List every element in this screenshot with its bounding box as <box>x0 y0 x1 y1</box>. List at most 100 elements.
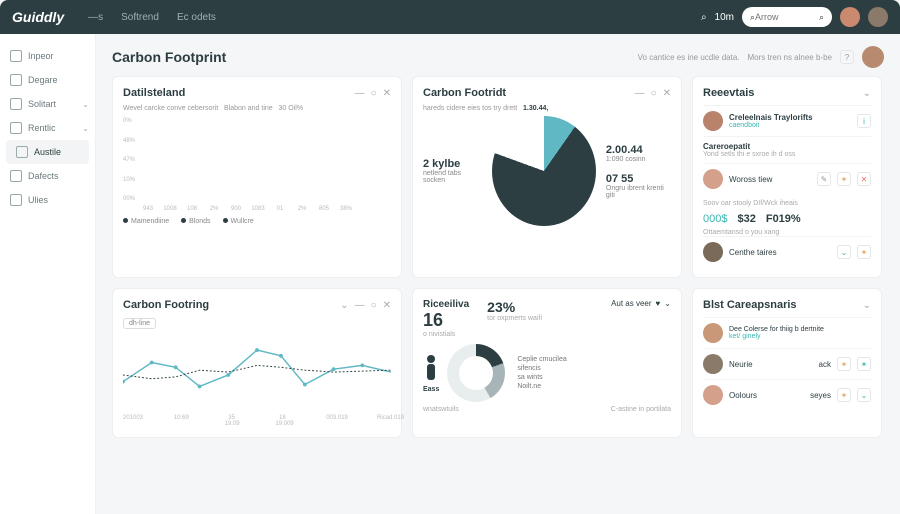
card-title: Reeevtais <box>703 87 754 99</box>
sidebar-item-solitart[interactable]: Solitart⌄ <box>0 92 95 116</box>
chevron-down-icon: ⌄ <box>82 100 89 109</box>
avatar <box>703 111 723 131</box>
search-input[interactable] <box>755 12 819 22</box>
list-item[interactable]: Oolours seyes ✶ ⌄ <box>703 379 871 410</box>
list-item[interactable]: Neurie ack ✶ ✶ <box>703 348 871 379</box>
card-carbon-pie: Carbon Footridt — ○ ✕ hareds cidere eies… <box>412 76 682 278</box>
close-icon[interactable]: ✕ <box>383 88 391 99</box>
list-item[interactable]: Woross tiew ✎ ✶ ✕ <box>703 163 871 194</box>
legend: Ceplie cmucilea sifencis sa wints Noilt.… <box>513 354 566 392</box>
top-nav-item[interactable]: —s <box>88 12 103 23</box>
action-button[interactable]: ✎ <box>817 172 831 186</box>
chevron-down-icon[interactable]: ⌄ <box>863 300 871 311</box>
sidebar-item-ulies[interactable]: Ulies <box>0 188 95 212</box>
circle-icon[interactable]: ○ <box>371 88 377 99</box>
help-icon[interactable]: ? <box>840 50 854 64</box>
action-button[interactable]: ✕ <box>857 172 871 186</box>
card-datilsteland: Datilsteland — ○ ✕ Wevel carcke conve ce… <box>112 76 402 278</box>
circle-icon[interactable]: ○ <box>651 88 657 99</box>
sidebar-item-rentlic[interactable]: Rentlic⌄ <box>0 116 95 140</box>
sidebar-item-dafects[interactable]: Dafects <box>0 164 95 188</box>
page-title: Carbon Footprint <box>112 49 226 65</box>
metric: 2 kylbe <box>423 158 482 170</box>
pie-chart <box>492 116 596 226</box>
folder-icon <box>10 170 22 182</box>
card-subtitle: hareds cidere eies tos try drett 1.30.44… <box>423 105 671 112</box>
info-icon[interactable]: i <box>857 114 871 128</box>
action-button[interactable]: ✶ <box>857 245 871 259</box>
doc-icon <box>10 50 22 62</box>
close-icon[interactable]: ✕ <box>663 88 671 99</box>
avatar[interactable] <box>862 46 884 68</box>
avatar <box>703 169 723 189</box>
heart-icon[interactable]: ♥ <box>656 299 661 308</box>
avatar <box>703 354 723 374</box>
chevron-down-icon[interactable]: ⌄ <box>857 388 871 402</box>
leaf-icon <box>16 146 28 158</box>
chart-icon <box>10 122 22 134</box>
card-title: Blst Careapsnaris <box>703 299 797 311</box>
metric: 23% <box>487 299 542 315</box>
search-container: ⌕ ⌕ <box>742 7 832 27</box>
chevron-down-icon[interactable]: ⌄ <box>664 299 671 308</box>
card-title: Datilsteland <box>123 87 185 99</box>
sidebar-item-degare[interactable]: Degare <box>0 68 95 92</box>
list-item[interactable]: Dee Colerse for thiig b dertniteket/ gin… <box>703 317 871 348</box>
minimize-icon[interactable]: — <box>635 88 645 99</box>
chart-tag[interactable]: dh-line <box>123 318 156 329</box>
action-button[interactable]: ✶ <box>857 357 871 371</box>
chevron-down-icon[interactable]: ⌄ <box>837 245 851 259</box>
close-icon[interactable]: ✕ <box>383 300 391 311</box>
card-line-chart: Carbon Footring ⌄ — ○ ✕ dh-line <box>112 288 402 438</box>
dropdown[interactable]: Aut as veer <box>611 299 651 308</box>
legend: Mamendiine Blonds Wullcre <box>123 218 391 225</box>
person-icon <box>423 354 439 384</box>
avatar[interactable] <box>868 7 888 27</box>
avatar[interactable] <box>840 7 860 27</box>
metric: 000$ <box>703 213 727 225</box>
sidebar: Inpeor Degare Solitart⌄ Rentlic⌄ Austile… <box>0 34 96 514</box>
metric-label: Ottaemtansd o you xang <box>703 229 871 236</box>
card-subtitle: Wevel carcke conve cebersorit Blabon and… <box>123 105 391 112</box>
card-people: Blst Careapsnaris ⌄ Dee Colerse for thii… <box>692 288 882 438</box>
gear-icon <box>10 194 22 206</box>
topbar-right: ⌕ 10m ⌕ ⌕ <box>701 7 888 27</box>
y-axis: 0%48%47%10%00% <box>123 118 135 202</box>
chevron-icon[interactable]: ⌄ <box>340 300 348 311</box>
minimize-icon[interactable]: — <box>355 88 365 99</box>
action-button[interactable]: ✶ <box>837 172 851 186</box>
search-icon[interactable]: ⌕ <box>819 12 824 23</box>
list-item[interactable]: Creleelnais Trayloriftscaendboit i <box>703 105 871 136</box>
metric: 07 55 <box>606 173 671 185</box>
metric: $32 <box>737 213 755 225</box>
metric-label: Soov oar stooly DIf/Wck iheais <box>703 200 871 207</box>
avatar <box>703 242 723 262</box>
box-icon <box>10 74 22 86</box>
search-icon[interactable]: ⌕ <box>701 12 707 23</box>
grid-icon <box>10 98 22 110</box>
header-note: Vo cantice es ine ucdle data. <box>638 53 740 62</box>
x-axis: 20100310:6935 19.0918 19:009003.019Ricad… <box>123 415 391 427</box>
page-header: Carbon Footprint Vo cantice es ine ucdle… <box>112 46 884 68</box>
topbar: Guiddly —s Softrend Ec odets ⌕ 10m ⌕ ⌕ <box>0 0 900 34</box>
card-title: Carbon Footring <box>123 299 209 311</box>
list-item[interactable]: Centhe taires ⌄ ✶ <box>703 236 871 267</box>
chevron-down-icon[interactable]: ⌄ <box>863 88 871 99</box>
top-nav-item[interactable]: Ec odets <box>177 12 216 23</box>
action-button[interactable]: ✶ <box>837 388 851 402</box>
chevron-down-icon: ⌄ <box>82 124 89 133</box>
card-title: Riceeiliva <box>423 299 469 310</box>
sidebar-item-inpeor[interactable]: Inpeor <box>0 44 95 68</box>
card-recent: Reeevtais ⌄ Creleelnais Trayloriftscaend… <box>692 76 882 278</box>
avatar <box>703 323 723 343</box>
list-item: CareroepatitYond setls thi e sxroe ih d … <box>703 136 871 163</box>
top-nav-item[interactable]: Softrend <box>121 12 159 23</box>
action-button[interactable]: ✶ <box>837 357 851 371</box>
minimize-icon[interactable]: — <box>355 300 365 311</box>
sidebar-item-austile[interactable]: Austile <box>6 140 89 164</box>
bar-chart: 0%48%47%10%00% <box>123 118 391 202</box>
card-title: Carbon Footridt <box>423 87 506 99</box>
circle-icon[interactable]: ○ <box>371 300 377 311</box>
metric: F019% <box>766 213 801 225</box>
header-note: Mors tren ns alnee b-be <box>748 53 833 62</box>
